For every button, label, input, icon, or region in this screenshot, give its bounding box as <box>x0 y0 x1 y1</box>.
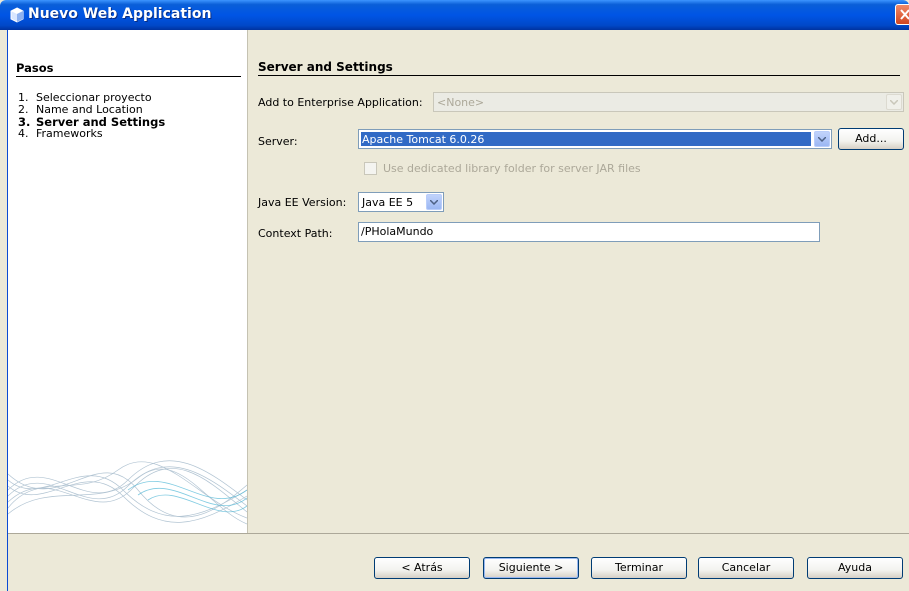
dedicated-library-label: Use dedicated library folder for server … <box>383 162 641 175</box>
context-path-field[interactable] <box>361 225 798 238</box>
context-path-label: Context Path: <box>258 227 333 240</box>
title-bar[interactable]: Nuevo Web Application <box>0 0 909 30</box>
context-path-input[interactable] <box>358 222 820 242</box>
button-bar-divider <box>8 533 909 534</box>
section-divider <box>258 75 900 76</box>
step-label: Frameworks <box>36 127 103 140</box>
add-server-button[interactable]: Add... <box>838 128 904 150</box>
back-button[interactable]: < Atrás <box>374 557 470 579</box>
close-icon <box>900 9 909 20</box>
javaee-version-select[interactable]: Java EE 5 <box>358 192 444 212</box>
chevron-down-icon <box>814 131 830 147</box>
enterprise-app-select[interactable]: <None> <box>433 92 904 112</box>
steps-divider <box>16 76 241 77</box>
dialog-body: Pasos 1. Seleccionar proyecto 2. Name and … <box>7 30 909 591</box>
section-title: Server and Settings <box>258 60 393 74</box>
help-button[interactable]: Ayuda <box>807 557 903 579</box>
dedicated-library-checkbox[interactable] <box>364 162 377 175</box>
steps-list: 1. Seleccionar proyecto 2. Name and Locati… <box>18 92 165 140</box>
javaee-version-label: Java EE Version: <box>258 196 347 209</box>
close-button[interactable] <box>895 4 909 25</box>
chevron-down-icon <box>426 194 442 210</box>
enterprise-app-value: <None> <box>437 96 485 109</box>
settings-panel: Server and Settings Add to Enterprise Ap… <box>248 30 909 533</box>
javaee-version-value: Java EE 5 <box>362 196 414 209</box>
steps-title: Pasos <box>16 61 54 75</box>
enterprise-app-label: Add to Enterprise Application: <box>258 96 423 109</box>
server-label: Server: <box>258 135 298 148</box>
steps-panel: Pasos 1. Seleccionar proyecto 2. Name and … <box>8 30 248 533</box>
chevron-down-icon <box>886 94 902 110</box>
decorative-waves-graphic <box>8 460 247 525</box>
step-item: 4. Frameworks <box>18 127 103 140</box>
window-title: Nuevo Web Application <box>28 6 212 22</box>
finish-button[interactable]: Terminar <box>591 557 687 579</box>
server-select[interactable]: Apache Tomcat 6.0.26 <box>358 129 832 149</box>
netbeans-cube-icon <box>10 7 24 23</box>
cancel-button[interactable]: Cancelar <box>698 557 794 579</box>
server-value: Apache Tomcat 6.0.26 <box>362 133 485 146</box>
next-button[interactable]: Siguiente > <box>483 557 579 579</box>
